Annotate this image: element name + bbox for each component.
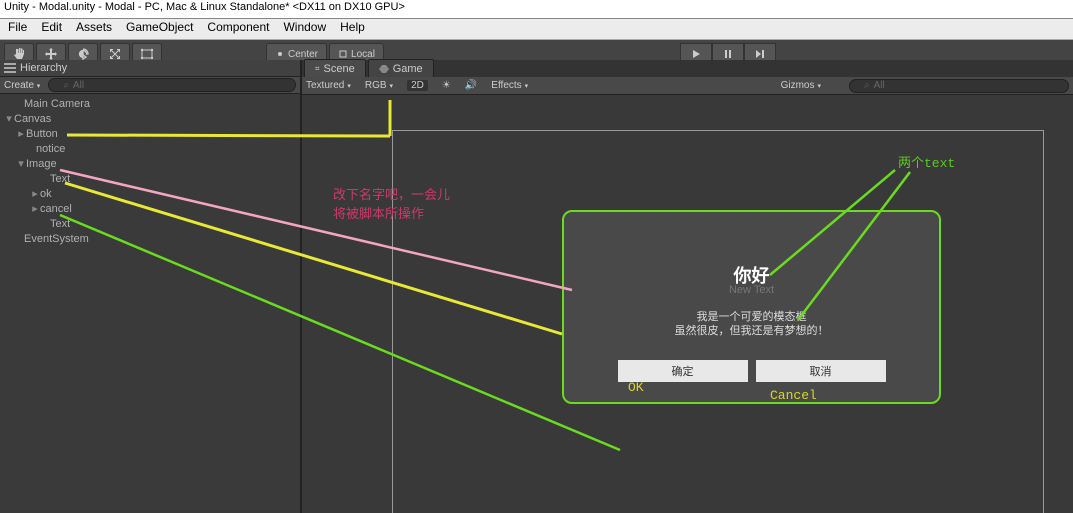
menu-assets[interactable]: Assets	[76, 20, 112, 38]
effects-dropdown[interactable]: Effects ▾	[491, 80, 528, 91]
menu-window[interactable]: Window	[283, 20, 326, 38]
modal-subtitle-text: New Text	[564, 284, 939, 296]
audio-toggle-icon[interactable]: 🔊	[465, 80, 477, 91]
hierarchy-item[interactable]: ▸ok	[0, 186, 300, 201]
menu-gameobject[interactable]: GameObject	[126, 20, 193, 38]
create-dropdown[interactable]: Create ▾	[4, 80, 40, 91]
hierarchy-item[interactable]: Main Camera	[0, 96, 300, 111]
menu-help[interactable]: Help	[340, 20, 365, 38]
hierarchy-item[interactable]: ▾Image	[0, 156, 300, 171]
modal-image[interactable]: 你好 New Text 我是一个可爱的模态框虽然很皮，但我还是有梦想的！ 确定 …	[562, 210, 941, 404]
hierarchy-search-input[interactable]: ⌕All	[48, 78, 296, 92]
hierarchy-panel: Hierarchy Create ▾ ⌕All Main Camera▾Canv…	[0, 60, 302, 513]
hierarchy-item[interactable]: Text	[0, 171, 300, 186]
modal-body-text: 我是一个可爱的模态框虽然很皮，但我还是有梦想的！	[564, 310, 939, 338]
hierarchy-item[interactable]: notice	[0, 141, 300, 156]
hierarchy-item[interactable]: ▸Button	[0, 126, 300, 141]
cancel-button[interactable]: 取消	[756, 360, 886, 382]
menu-edit[interactable]: Edit	[41, 20, 62, 38]
tab-game[interactable]: Game	[368, 59, 434, 77]
light-toggle-icon[interactable]: ☀	[442, 80, 451, 91]
menu-component[interactable]: Component	[207, 20, 269, 38]
scene-search-input[interactable]: ⌕All	[849, 79, 1069, 93]
scene-panel: ⌗Scene Game Textured ▾ RGB ▾ 2D ☀ 🔊 Effe…	[302, 60, 1073, 513]
rgb-dropdown[interactable]: RGB ▾	[365, 80, 393, 91]
hierarchy-tree[interactable]: Main Camera▾Canvas▸Buttonnotice▾ImageTex…	[0, 94, 300, 513]
window-title: Unity - Modal.unity - Modal - PC, Mac & …	[0, 0, 1073, 19]
menu-file[interactable]: File	[8, 20, 27, 38]
tab-scene[interactable]: ⌗Scene	[304, 59, 366, 77]
hierarchy-header[interactable]: Hierarchy	[0, 60, 300, 77]
gizmos-dropdown[interactable]: Gizmos ▾	[781, 80, 821, 91]
hierarchy-item[interactable]: Text	[0, 216, 300, 231]
hierarchy-item[interactable]: ▸cancel	[0, 201, 300, 216]
main-menu: File Edit Assets GameObject Component Wi…	[0, 19, 1073, 40]
ok-button[interactable]: 确定	[618, 360, 748, 382]
scene-viewport[interactable]: 你好 New Text 我是一个可爱的模态框虽然很皮，但我还是有梦想的！ 确定 …	[302, 95, 1073, 513]
2d-toggle[interactable]: 2D	[407, 80, 428, 91]
hierarchy-item[interactable]: ▾Canvas	[0, 111, 300, 126]
hierarchy-item[interactable]: EventSystem	[0, 231, 300, 246]
shading-dropdown[interactable]: Textured ▾	[306, 80, 351, 91]
